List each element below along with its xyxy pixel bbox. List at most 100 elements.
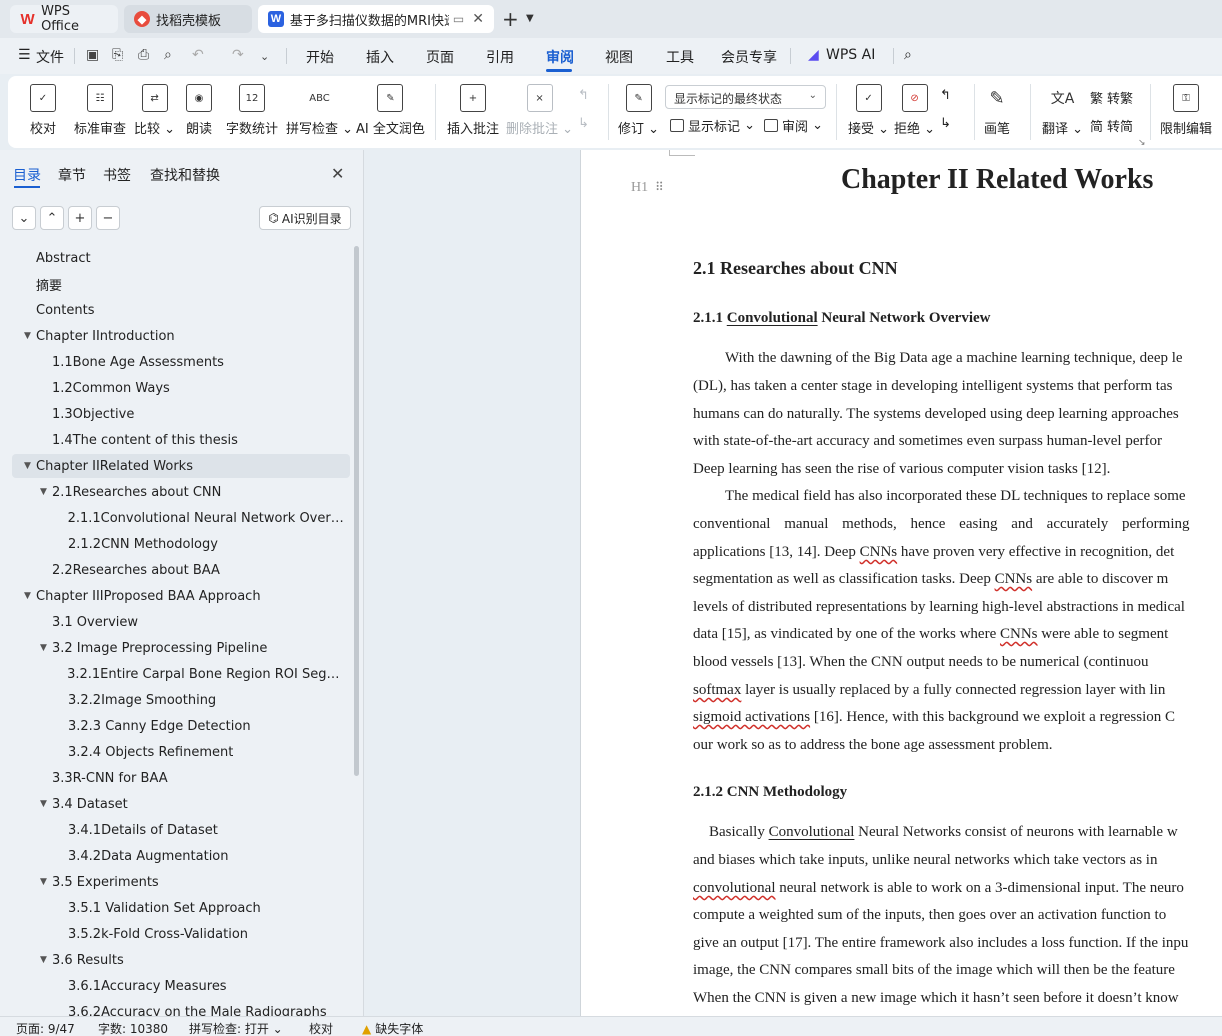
redo-icon[interactable]: ↷	[232, 47, 244, 63]
insert-comment-button[interactable]: + 插入批注	[447, 76, 499, 148]
toc-item[interactable]: 3.4.2Data Augmentation	[12, 844, 350, 868]
delete-comment-button[interactable]: × 删除批注 ⌄	[506, 76, 573, 148]
menu-references[interactable]: 引用	[486, 47, 514, 67]
toc-item[interactable]: ▼ 2.1Researches about CNN	[12, 480, 350, 504]
print-icon[interactable]: ⎙	[138, 47, 149, 63]
expand-toggle-icon[interactable]: ▼	[24, 331, 36, 341]
to-traditional-button[interactable]: 繁转繁	[1090, 88, 1133, 107]
menu-insert[interactable]: 插入	[366, 47, 394, 67]
toc-item[interactable]: 2.2Researches about BAA	[12, 558, 350, 582]
toc-item[interactable]: 3.2.2Image Smoothing	[12, 688, 350, 712]
toc-item[interactable]: ▼ Chapter IIIProposed BAA Approach	[12, 584, 350, 608]
read-aloud-button[interactable]: ◉ 朗读	[186, 76, 212, 148]
show-markup-button[interactable]: 显示标记 ⌄	[670, 116, 755, 135]
menu-review[interactable]: 审阅	[546, 47, 574, 67]
toc-item[interactable]: 3.6.1Accuracy Measures	[12, 974, 350, 998]
toc-item[interactable]: ▼ Chapter IIRelated Works	[12, 454, 350, 478]
tab-document[interactable]: W 基于多扫描仪数据的MRI快速 ▭ ✕	[258, 5, 494, 33]
search-icon[interactable]: ⌕	[904, 47, 912, 63]
nav-tab-sections[interactable]: 章节	[58, 165, 86, 185]
toc-item[interactable]: 3.1 Overview	[12, 610, 350, 634]
toc-item[interactable]: ▼ 3.4 Dataset	[12, 792, 350, 816]
hamburger-icon[interactable]: ☰	[18, 47, 31, 63]
save-icon[interactable]: ▣	[86, 47, 99, 63]
previous-comment-icon[interactable]: ↰	[578, 88, 589, 103]
export-icon[interactable]: ⎘	[112, 47, 123, 63]
toc-item[interactable]: 3.2.1Entire Carpal Bone Region ROI Segme…	[12, 662, 350, 686]
word-count-indicator[interactable]: 字数: 10380	[98, 1020, 168, 1036]
toc-item[interactable]: ▼ 3.2 Image Preprocessing Pipeline	[12, 636, 350, 660]
word-count-button[interactable]: 12 字数统计	[226, 76, 278, 148]
document-page[interactable]: H1 ⠿ Chapter II Related Works 2.1 Resear…	[580, 150, 1222, 1016]
ai-polish-button[interactable]: ✎ AI 全文润色	[356, 76, 425, 148]
new-tab-icon[interactable]: +	[502, 9, 519, 29]
review-pane-button[interactable]: 审阅 ⌄	[764, 116, 823, 135]
toc-item[interactable]: Contents	[12, 298, 350, 322]
nav-tab-toc[interactable]: 目录	[13, 165, 41, 185]
restrict-editing-button[interactable]: ⚿ 限制编辑	[1160, 76, 1212, 148]
toc-item[interactable]: Abstract	[12, 246, 350, 270]
toc-item[interactable]: 3.3R-CNN for BAA	[12, 766, 350, 790]
menu-wps-ai[interactable]: WPS AI	[826, 47, 875, 63]
heading-marker-icon[interactable]: H1	[631, 180, 648, 196]
menu-page[interactable]: 页面	[426, 47, 454, 67]
close-tab-icon[interactable]: ✕	[472, 11, 484, 27]
toc-item[interactable]: 3.2.4 Objects Refinement	[12, 740, 350, 764]
toc-item[interactable]: 1.2Common Ways	[12, 376, 350, 400]
toc-item[interactable]: ▼ 3.6 Results	[12, 948, 350, 972]
menu-tools[interactable]: 工具	[666, 47, 694, 67]
monitor-icon[interactable]: ▭	[453, 12, 464, 26]
previous-change-icon[interactable]: ↰	[940, 88, 951, 103]
expand-toggle-icon[interactable]: ▼	[40, 877, 52, 887]
toc-item[interactable]: 3.2.3 Canny Edge Detection	[12, 714, 350, 738]
ribbon-expand-icon[interactable]: ↘	[1138, 138, 1146, 148]
drag-handle-icon[interactable]: ⠿	[655, 180, 664, 195]
menu-home[interactable]: 开始	[306, 47, 334, 67]
ai-toc-button[interactable]: ⌬ AI识别目录	[259, 206, 351, 230]
tab-wps-office[interactable]: W WPS Office	[10, 4, 118, 34]
toc-item[interactable]: 2.1.2CNN Methodology	[12, 532, 350, 556]
menu-file[interactable]: 文件	[36, 47, 64, 67]
proofread-button[interactable]: ✓ 校对	[30, 76, 56, 148]
collapse-all-button[interactable]: ⌃	[40, 206, 64, 230]
toc-item[interactable]: ▼ 3.5 Experiments	[12, 870, 350, 894]
toc-item[interactable]: 3.5.2k-Fold Cross-Validation	[12, 922, 350, 946]
expand-toggle-icon[interactable]: ▼	[24, 461, 36, 471]
toc-item[interactable]: 3.4.1Details of Dataset	[12, 818, 350, 842]
menu-membership[interactable]: 会员专享	[721, 47, 777, 67]
toc-item[interactable]: ▼ Chapter IIntroduction	[12, 324, 350, 348]
expand-toggle-icon[interactable]: ▼	[40, 643, 52, 653]
to-simplified-button[interactable]: 简转简	[1090, 116, 1133, 135]
pen-button[interactable]: ✎ 画笔	[984, 76, 1010, 148]
compare-button[interactable]: ⇄ 比较 ⌄	[134, 76, 175, 148]
toc-item[interactable]: 2.1.1Convolutional Neural Network Overvi…	[12, 506, 350, 530]
print-preview-icon[interactable]: ⌕	[164, 47, 172, 63]
toc-item[interactable]: 1.1Bone Age Assessments	[12, 350, 350, 374]
track-changes-button[interactable]: ✎ 修订 ⌄	[618, 76, 659, 148]
toc-item[interactable]: 3.5.1 Validation Set Approach	[12, 896, 350, 920]
quick-access-chevron-icon[interactable]: ⌄	[260, 50, 269, 63]
missing-font-status[interactable]: ▲ 缺失字体	[362, 1020, 423, 1036]
tab-list-chevron-icon[interactable]: ▼	[526, 13, 534, 24]
tab-daoke-templates[interactable]: ◆ 找稻壳模板	[124, 5, 252, 33]
next-comment-icon[interactable]: ↳	[578, 116, 589, 131]
expand-toggle-icon[interactable]: ▼	[40, 487, 52, 497]
spell-check-button[interactable]: ABC 拼写检查 ⌄	[286, 76, 353, 148]
page-indicator[interactable]: 页面: 9/47	[16, 1020, 75, 1036]
expand-all-button[interactable]: ⌄	[12, 206, 36, 230]
nav-tab-bookmarks[interactable]: 书签	[103, 165, 131, 185]
toc-item[interactable]: 摘要	[12, 272, 350, 296]
toc-item[interactable]: 1.4The content of this thesis	[12, 428, 350, 452]
nav-tab-find-replace[interactable]: 查找和替换	[150, 165, 220, 185]
expand-toggle-icon[interactable]: ▼	[40, 955, 52, 965]
remove-heading-button[interactable]: −	[96, 206, 120, 230]
proofread-status[interactable]: 校对	[309, 1020, 333, 1036]
translate-button[interactable]: 文A 翻译 ⌄	[1042, 76, 1083, 148]
next-change-icon[interactable]: ↳	[940, 116, 951, 131]
undo-icon[interactable]: ↶	[192, 47, 204, 63]
markup-display-select[interactable]: 显示标记的最终状态 ⌄	[665, 85, 826, 109]
menu-view[interactable]: 视图	[605, 47, 633, 67]
accept-button[interactable]: ✓ 接受 ⌄	[848, 76, 889, 148]
toc-scrollbar[interactable]	[354, 246, 359, 776]
expand-toggle-icon[interactable]: ▼	[24, 591, 36, 601]
